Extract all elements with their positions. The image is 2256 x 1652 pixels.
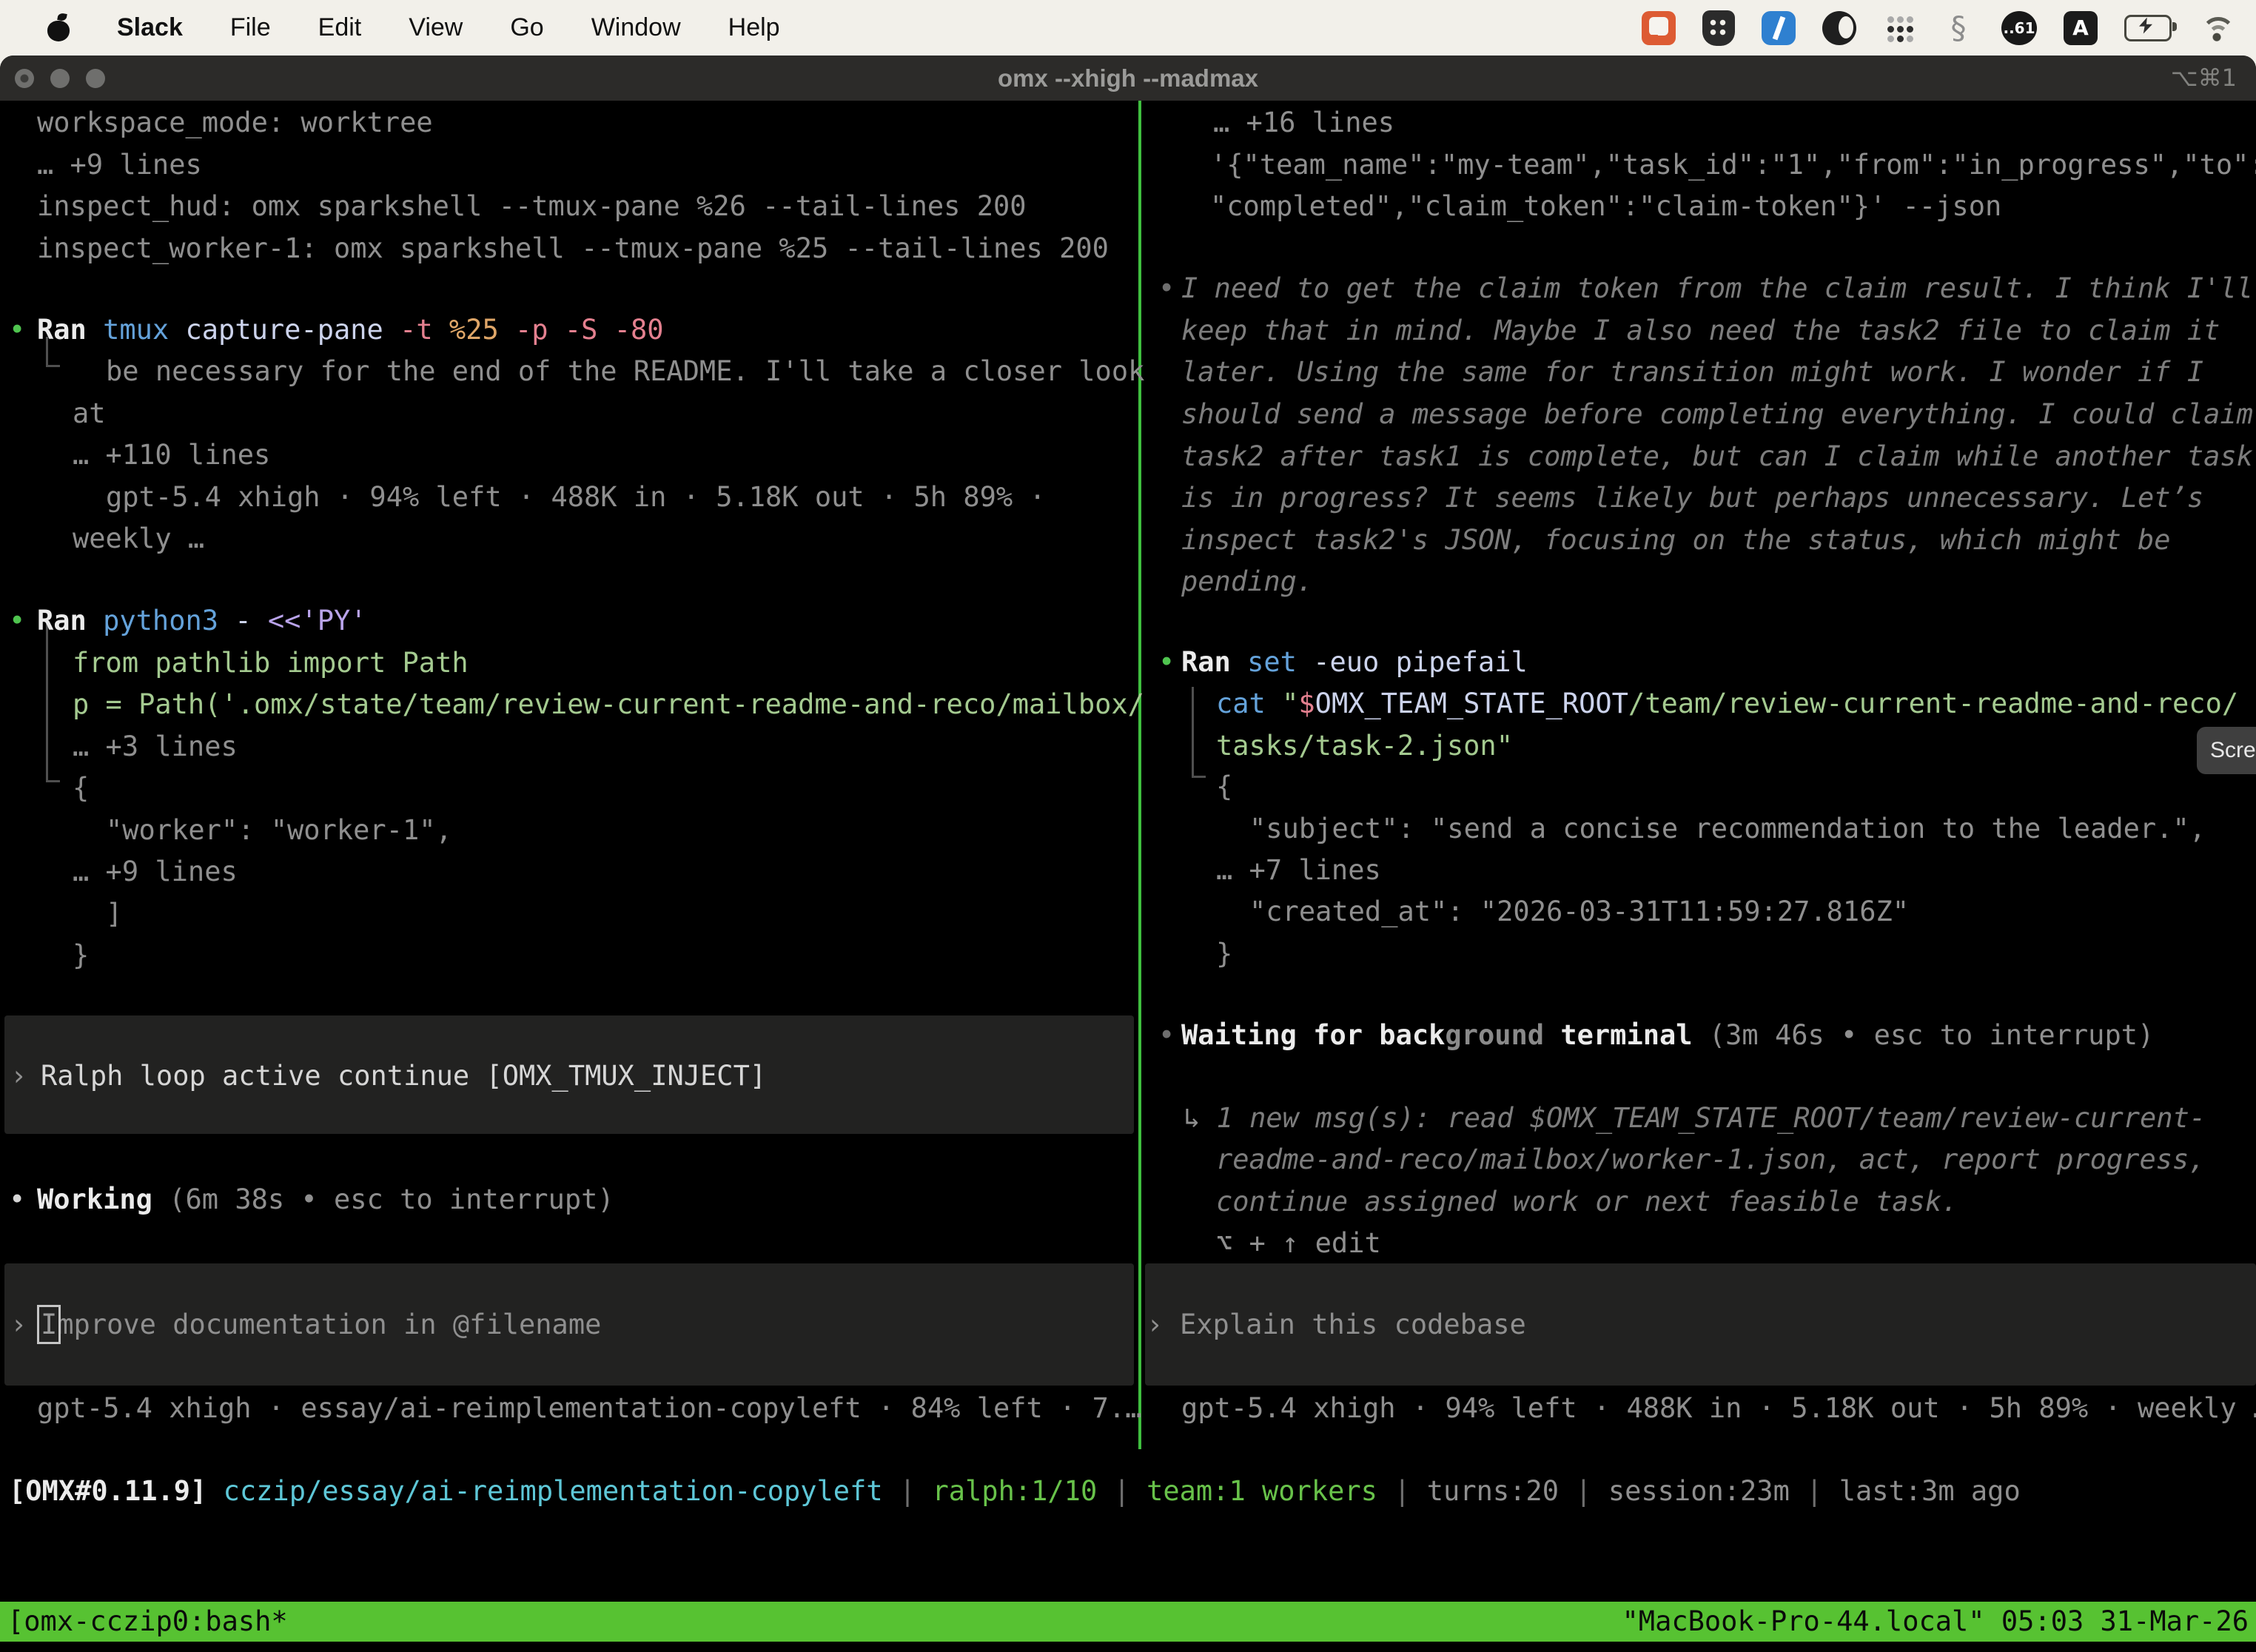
input-source-icon[interactable]: A [2064, 11, 2098, 45]
terminal-text-line: • [9, 1178, 25, 1220]
dots-grid-icon[interactable] [1883, 12, 1916, 44]
menu-item-go[interactable]: Go [510, 13, 543, 42]
terminal-text-line: … +110 lines [73, 434, 270, 476]
chat-app-icon[interactable] [1642, 11, 1676, 45]
terminal-text-line: keep that in mind. Maybe I also need the… [1181, 309, 2220, 352]
terminal-text-line: inspect_worker-1: omx sparkshell --tmux-… [37, 227, 1109, 269]
terminal-window: omx --xhigh --madmax ⌥⌘1 Scre workspace_m… [0, 56, 2256, 1652]
terminal-text-line: '{"team_name":"my-team","task_id":"1","f… [1210, 144, 2256, 186]
terminal-text-line: Ran tmux capture-pane -t %25 -p -S -80 [37, 309, 664, 351]
lightning-app-icon[interactable] [1762, 11, 1796, 45]
usage-badge-icon[interactable]: ..61 [2001, 11, 2037, 45]
terminal-text-line: Waiting for background terminal (3m 46s … [1181, 1014, 2154, 1056]
menu-status-icons: § ..61 A [1642, 10, 2256, 46]
menu-item-window[interactable]: Window [591, 13, 681, 42]
menu-item-slack[interactable]: Slack [117, 13, 183, 42]
wifi-icon[interactable] [2198, 14, 2235, 42]
terminal-text-line: • [9, 309, 25, 351]
squiggle-icon[interactable]: § [1942, 11, 1975, 45]
pane-divider [1138, 101, 1141, 1449]
window-title: omx --xhigh --madmax [0, 56, 2256, 101]
terminal-text-line: … +3 lines [73, 725, 238, 768]
terminal-text-line: { [1216, 765, 1232, 807]
tree-connector [46, 623, 60, 782]
terminal-text-line: [OMX#0.11.9] cczip/essay/ai-reimplementa… [9, 1470, 2021, 1512]
terminal-text-line: tasks/task-2.json" [1216, 725, 1513, 767]
menu-item-view[interactable]: View [409, 13, 463, 42]
terminal-text-line: from pathlib import Path [73, 642, 469, 684]
terminal-text-line: … +9 lines [73, 850, 238, 893]
terminal-text-line: Improve documentation in @filename [41, 1303, 601, 1346]
terminal-text-line: p = Path('.omx/state/team/review-current… [73, 683, 1144, 725]
terminal-text-line: "subject": "send a concise recommendatio… [1249, 807, 2206, 850]
menu-left: Slack File Edit View Go Window Help [0, 13, 780, 42]
terminal-text-line: should send a message before completing … [1181, 393, 2253, 435]
terminal-text-line: gpt-5.4 xhigh · 94% left · 488K in · 5.1… [106, 476, 1046, 518]
menu-item-help[interactable]: Help [728, 13, 780, 42]
menu-item-file[interactable]: File [230, 13, 271, 42]
terminal-text-line: cat "$OMX_TEAM_STATE_ROOT/team/review-cu… [1216, 682, 2238, 725]
terminal-text-line: Working (6m 38s • esc to interrupt) [37, 1178, 614, 1220]
shield-grid-icon[interactable] [1702, 10, 1735, 46]
terminal-text-line: Ran set -euo pipefail [1181, 641, 1528, 683]
menu-item-edit[interactable]: Edit [318, 13, 362, 42]
menu-items: Slack File Edit View Go Window Help [117, 13, 780, 42]
terminal-text-line: weekly … [73, 517, 204, 560]
terminal-text-line: pending. [1181, 560, 1313, 602]
terminal-text-line: continue assigned work or next feasible … [1216, 1181, 1958, 1223]
terminal-text-line: … +7 lines [1216, 849, 1381, 891]
apple-menu-icon[interactable] [47, 15, 70, 41]
terminal-text-line: inspect task2's JSON, focusing on the st… [1181, 519, 2171, 561]
tmux-status-bar: [omx-cczip0:bash* "MacBook-Pro-44.local"… [0, 1602, 2256, 1642]
terminal-text-line: task2 after task1 is complete, but can I… [1181, 435, 2253, 477]
terminal-text-line: "worker": "worker-1", [106, 809, 452, 851]
terminal-text-line: at [73, 392, 106, 434]
window-title-bar[interactable]: omx --xhigh --madmax ⌥⌘1 [0, 56, 2256, 101]
terminal-text-line: ] [106, 893, 122, 935]
terminal-text-line: • [1158, 641, 1175, 683]
terminal-text-line: I need to get the claim token from the c… [1181, 267, 2253, 309]
terminal-text-line: Explain this codebase [1180, 1303, 1526, 1346]
terminal-text-line: { [73, 767, 89, 809]
terminal-text-line: ↳ 1 new msg(s): read $OMX_TEAM_STATE_ROO… [1184, 1097, 2206, 1139]
screen-share-button[interactable]: Scre [2197, 727, 2256, 774]
terminal-text-line: Ralph loop active continue [OMX_TMUX_INJ… [41, 1055, 766, 1097]
terminal-text-line: ⌥ + ↑ edit [1216, 1222, 1381, 1264]
terminal-text-line: • [1158, 267, 1175, 309]
terminal-text-line: › [1147, 1303, 1163, 1346]
terminal-content[interactable]: Screworkspace_mode: worktree… +9 linesin… [0, 101, 2256, 1652]
terminal-text-line: "completed","claim_token":"claim-token"}… [1210, 185, 2001, 227]
terminal-text-line: … +9 lines [37, 144, 202, 186]
terminal-text-line: } [1216, 933, 1232, 975]
terminal-text-line: Ran python3 - <<'PY' [37, 600, 367, 642]
terminal-text-line: • [1158, 1014, 1175, 1056]
terminal-text-line: readme-and-reco/mailbox/worker-1.json, a… [1216, 1138, 2206, 1181]
terminal-text-line: } [73, 934, 89, 976]
terminal-text-line: gpt-5.4 xhigh · essay/ai-reimplementatio… [37, 1387, 1141, 1429]
terminal-text-line: is in progress? It seems likely but perh… [1181, 477, 2203, 519]
tmux-host-clock-label: "MacBook-Pro-44.local" 05:03 31-Mar-26 [1622, 1602, 2249, 1642]
terminal-text-line: later. Using the same for transition mig… [1181, 351, 2203, 393]
menu-bar: Slack File Edit View Go Window Help § ..61 A [0, 0, 2256, 56]
terminal-text-line: workspace_mode: worktree [37, 101, 433, 144]
terminal-text-line: be necessary for the end of the README. … [106, 350, 1144, 392]
pie-icon[interactable] [1822, 11, 1856, 45]
tree-connector [1192, 687, 1206, 778]
terminal-text-line: › [10, 1303, 27, 1346]
terminal-text-line: … +16 lines [1213, 101, 1394, 144]
terminal-text-line: • [9, 600, 25, 642]
battery-icon[interactable] [2124, 15, 2172, 41]
terminal-text-line: › [10, 1055, 27, 1097]
window-shortcut-badge: ⌥⌘1 [2171, 56, 2237, 101]
terminal-text-line: gpt-5.4 xhigh · 94% left · 488K in · 5.1… [1181, 1387, 2256, 1429]
terminal-text-line: "created_at": "2026-03-31T11:59:27.816Z" [1249, 890, 1909, 933]
terminal-text-line: inspect_hud: omx sparkshell --tmux-pane … [37, 185, 1027, 227]
tmux-session-label: [omx-cczip0:bash* [7, 1602, 288, 1642]
